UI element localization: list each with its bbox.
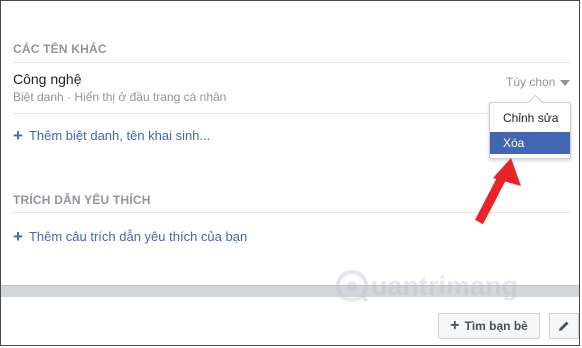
section-title-quotes: TRÍCH DẪN YÊU THÍCH [13,193,151,207]
divider [13,113,570,114]
menu-item-edit[interactable]: Chỉnh sửa [490,107,570,129]
add-nickname-link[interactable]: + Thêm biệt danh, tên khai sinh... [13,127,210,144]
menu-item-delete[interactable]: Xóa [490,132,570,154]
red-arrow-annotation [475,158,521,225]
add-nickname-label: Thêm biệt danh, tên khai sinh... [28,128,211,143]
options-dropdown-menu: Chỉnh sửa Xóa [489,94,571,159]
add-quote-label: Thêm câu trích dẫn yêu thích của bạn [28,229,248,244]
plus-icon: + [13,227,23,246]
pencil-icon [559,321,569,331]
profile-panel: CÁC TÊN KHÁC Công nghệ Biệt danh · Hiển … [0,0,580,346]
edit-pencil-button[interactable] [549,313,579,339]
divider [13,62,570,63]
find-friends-label: Tìm bạn bè [464,319,528,333]
section-title-other-names: CÁC TÊN KHÁC [13,42,107,56]
chevron-down-icon[interactable] [560,80,570,86]
other-name-subtitle: Biệt danh · Hiển thị ở đầu trang cá nhân [13,90,227,104]
find-friends-button[interactable]: + Tìm bạn bè [438,313,540,339]
watermark: uantrimang [335,269,518,303]
watermark-text: uantrimang [371,270,519,301]
add-quote-link[interactable]: + Thêm câu trích dẫn yêu thích của bạn [13,228,247,245]
watermark-logo-icon [336,270,369,303]
plus-icon: + [13,126,23,145]
options-dropdown-trigger[interactable]: Tùy chọn [506,75,555,89]
other-name-value: Công nghệ [13,71,82,87]
plus-icon: + [450,317,460,334]
